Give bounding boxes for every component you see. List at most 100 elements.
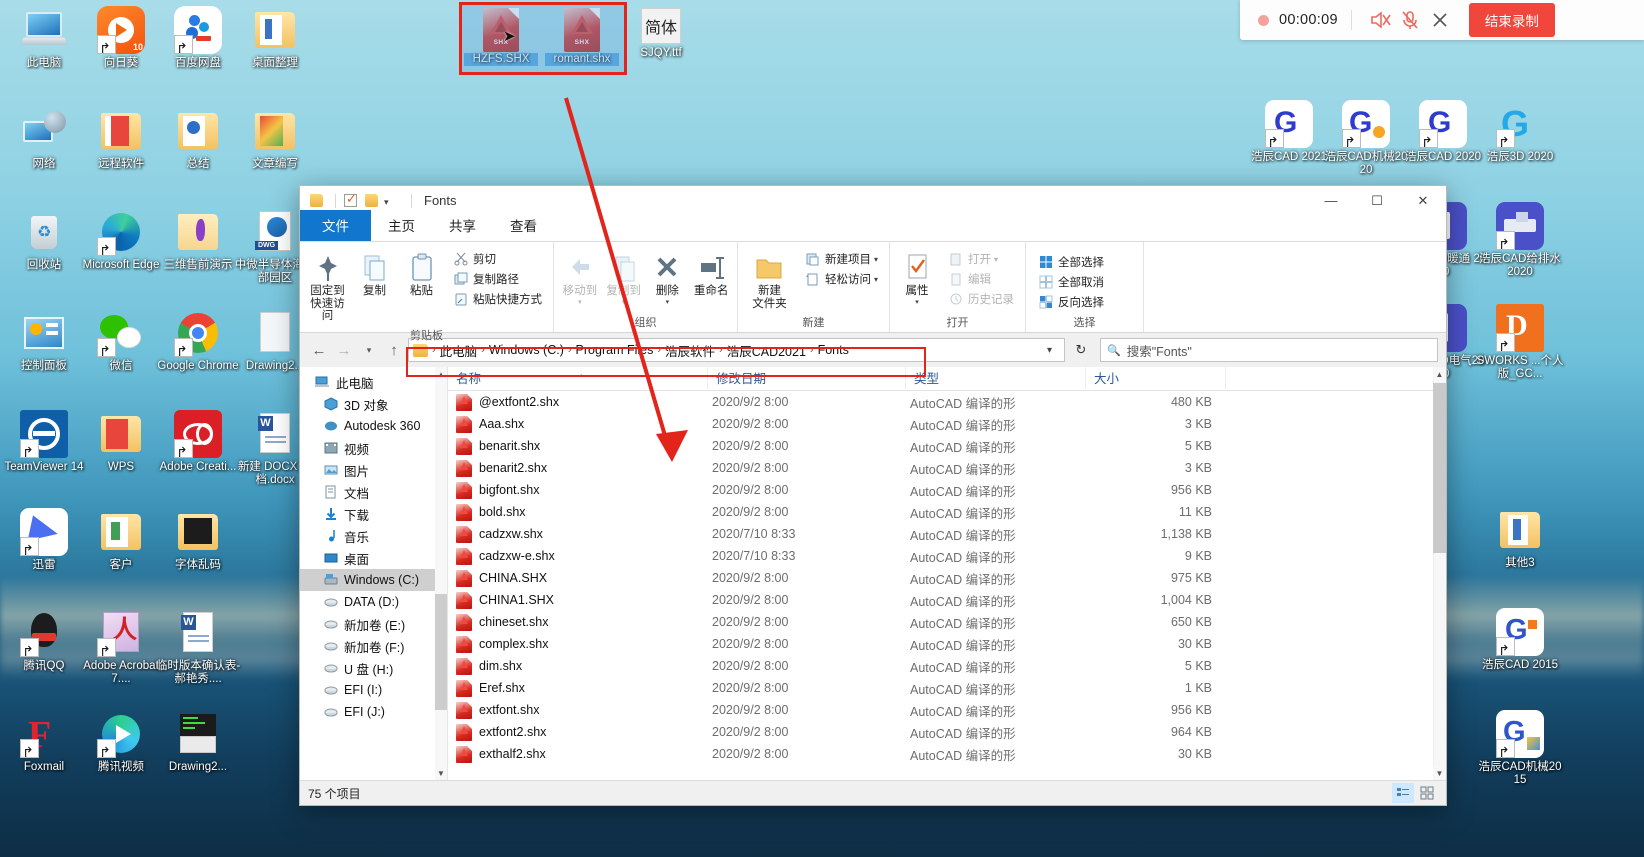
select-all-button[interactable]: 全部选择 bbox=[1032, 252, 1109, 272]
desktop-icon-customer[interactable]: 客户 bbox=[77, 508, 165, 572]
desktop-icon-gstarcad-2020[interactable]: G 浩辰CAD 2020 bbox=[1399, 100, 1487, 164]
nav-item-8[interactable]: 桌面 bbox=[300, 547, 447, 569]
desktop-icon-summary[interactable]: 总结 bbox=[154, 107, 242, 171]
desktop-icon-gstarcad-3d-2020[interactable]: G 浩辰3D 2020 bbox=[1476, 100, 1564, 164]
stop-recording-button[interactable]: 结束录制 bbox=[1468, 3, 1555, 37]
table-row[interactable]: cadzxw.shx 2020/7/10 8:33 AutoCAD 编译的形 1,13… bbox=[448, 523, 1446, 545]
cut-button[interactable]: 剪切 bbox=[447, 249, 547, 269]
nav-item-5[interactable]: 文档 bbox=[300, 481, 447, 503]
desktop-icon-edge[interactable]: Microsoft Edge bbox=[77, 208, 165, 272]
tab-file[interactable]: 文件 bbox=[300, 210, 371, 241]
table-row[interactable]: chineset.shx 2020/9/2 8:00 AutoCAD 编译的形 650… bbox=[448, 611, 1446, 633]
nav-item-15[interactable]: EFI (J:) bbox=[300, 701, 447, 723]
desktop-icon-chrome[interactable]: Google Chrome bbox=[154, 309, 242, 373]
chevron-down-icon[interactable]: ▾ bbox=[1039, 345, 1060, 356]
nav-item-2[interactable]: Autodesk 360 bbox=[300, 415, 447, 437]
desktop-icon-control-panel[interactable]: 控制面板 bbox=[0, 309, 88, 373]
folder-icon[interactable] bbox=[363, 192, 380, 209]
table-row[interactable]: extfont2.shx 2020/9/2 8:00 AutoCAD 编译的形 964… bbox=[448, 721, 1446, 743]
desktop-icon-remote-software[interactable]: 远程软件 bbox=[77, 107, 165, 171]
desktop-icon-other3[interactable]: 其他3 bbox=[1476, 506, 1564, 570]
scroll-up-icon[interactable]: ▲ bbox=[435, 367, 447, 381]
tab-home[interactable]: 主页 bbox=[371, 210, 432, 241]
desktop-icon-teamviewer[interactable]: TeamViewer 14 bbox=[0, 410, 88, 474]
nav-item-0[interactable]: 此电脑 bbox=[300, 371, 447, 393]
nav-item-11[interactable]: 新加卷 (E:) bbox=[300, 613, 447, 635]
desktop-icon-wps[interactable]: WPS bbox=[77, 410, 165, 474]
table-row[interactable]: CHINA1.SHX 2020/9/2 8:00 AutoCAD 编译的形 1,004… bbox=[448, 589, 1446, 611]
desktop-icon-adobe-cc[interactable]: Adobe Creati... bbox=[154, 410, 242, 474]
easy-access-button[interactable]: 轻松访问 ▾ bbox=[799, 269, 883, 289]
nav-item-1[interactable]: 3D 对象 bbox=[300, 393, 447, 415]
nav-item-14[interactable]: EFI (I:) bbox=[300, 679, 447, 701]
desktop-icon-gstarcad-2021[interactable]: G 浩辰CAD 2021 bbox=[1245, 100, 1333, 164]
edit-button[interactable]: 编辑 bbox=[942, 269, 1019, 289]
microphone-muted-icon[interactable] bbox=[1395, 5, 1425, 35]
column-header-name[interactable]: ⌃ 名称 bbox=[448, 366, 708, 391]
desktop-icon-article-writing[interactable]: 文章编写 bbox=[231, 107, 319, 171]
table-row[interactable]: CHINA.SHX 2020/9/2 8:00 AutoCAD 编译的形 975 KB bbox=[448, 567, 1446, 589]
copy-path-button[interactable]: 复制路径 bbox=[447, 269, 547, 289]
breadcrumb-gstar-software[interactable]: 浩辰软件 bbox=[662, 341, 718, 360]
table-row[interactable]: benarit.shx 2020/9/2 8:00 AutoCAD 编译的形 5 KB bbox=[448, 435, 1446, 457]
invert-selection-button[interactable]: 反向选择 bbox=[1032, 292, 1109, 312]
desktop-icon-gstarcad-plumbing[interactable]: 浩辰CAD给排水 2020 bbox=[1476, 202, 1564, 279]
desktop-icon-gstarcad-2015[interactable]: G 浩辰CAD 2015 bbox=[1476, 608, 1564, 672]
desktop-icon-tencent-qq[interactable]: 腾讯QQ bbox=[0, 609, 88, 673]
folder-icon[interactable] bbox=[308, 192, 325, 209]
paste-shortcut-button[interactable]: 粘贴快捷方式 bbox=[447, 289, 547, 309]
nav-item-10[interactable]: DATA (D:) bbox=[300, 591, 447, 613]
desktop-icon-desktop-organizer[interactable]: 桌面整理 bbox=[231, 6, 319, 70]
tab-share[interactable]: 共享 bbox=[432, 210, 493, 241]
desktop-icon-this-pc[interactable]: 此电脑 bbox=[0, 6, 88, 70]
desktop-icon-sunflower[interactable]: 10 向日葵 bbox=[77, 6, 165, 70]
close-icon[interactable] bbox=[1425, 5, 1455, 35]
new-folder-button[interactable]: 新建 文件夹 bbox=[742, 245, 797, 314]
table-row[interactable]: benarit2.shx 2020/9/2 8:00 AutoCAD 编译的形 3 K… bbox=[448, 457, 1446, 479]
large-icons-view-icon[interactable] bbox=[1416, 783, 1438, 803]
table-row[interactable]: Eref.shx 2020/9/2 8:00 AutoCAD 编译的形 1 KB bbox=[448, 677, 1446, 699]
minimize-button[interactable]: — bbox=[1308, 186, 1354, 215]
close-button[interactable]: ✕ bbox=[1400, 186, 1446, 215]
tab-view[interactable]: 查看 bbox=[493, 210, 554, 241]
move-to-button[interactable]: 移动到 ▾ bbox=[558, 245, 602, 310]
properties-button[interactable]: 属性 ▾ bbox=[894, 245, 940, 310]
desktop-icon-temp-version-doc[interactable]: W 临时版本确认表-郝艳秀.... bbox=[154, 609, 242, 686]
breadcrumb-windows-c[interactable]: Windows (C:) bbox=[486, 343, 567, 357]
new-item-button[interactable]: 新建项目 ▾ bbox=[799, 249, 883, 269]
copy-to-button[interactable]: 复制到 ▾ bbox=[602, 245, 646, 310]
rename-button[interactable]: 重命名 bbox=[689, 245, 733, 302]
desktop-icon-baidu-netdisk[interactable]: 百度网盘 bbox=[154, 6, 242, 70]
nav-item-7[interactable]: 音乐 bbox=[300, 525, 447, 547]
nav-item-13[interactable]: U 盘 (H:) bbox=[300, 657, 447, 679]
list-scroll-thumb[interactable] bbox=[1433, 383, 1446, 553]
history-button[interactable]: 历史记录 bbox=[942, 289, 1019, 309]
search-input[interactable]: 🔍 搜索"Fonts" bbox=[1100, 338, 1438, 362]
pin-to-quick-access-button[interactable]: 固定到 快速访问 bbox=[304, 245, 351, 327]
copy-button[interactable]: 复制 bbox=[351, 245, 398, 302]
chevron-down-icon[interactable]: ▾ bbox=[384, 192, 401, 209]
speaker-muted-icon[interactable] bbox=[1365, 5, 1395, 35]
desktop-icon-wechat[interactable]: 微信 bbox=[77, 309, 165, 373]
table-row[interactable]: dim.shx 2020/9/2 8:00 AutoCAD 编译的形 5 KB bbox=[448, 655, 1446, 677]
refresh-icon[interactable]: ↻ bbox=[1068, 338, 1094, 362]
nav-item-9[interactable]: Windows (C:) bbox=[300, 569, 447, 591]
column-header-type[interactable]: 类型 bbox=[906, 366, 1086, 391]
desktop-icon-recycle-bin[interactable]: ♻ 回收站 bbox=[0, 208, 88, 272]
open-button[interactable]: 打开 ▾ bbox=[942, 249, 1019, 269]
desktop-icon-font-garbled[interactable]: 字体乱码 bbox=[154, 508, 242, 572]
breadcrumb-program-files[interactable]: Program Files bbox=[573, 343, 657, 357]
checkbox-icon[interactable] bbox=[342, 191, 359, 209]
table-row[interactable]: extfont.shx 2020/9/2 8:00 AutoCAD 编译的形 956 … bbox=[448, 699, 1446, 721]
nav-item-12[interactable]: 新加卷 (F:) bbox=[300, 635, 447, 657]
table-row[interactable]: bigfont.shx 2020/9/2 8:00 AutoCAD 编译的形 956 … bbox=[448, 479, 1446, 501]
table-row[interactable]: cadzxw-e.shx 2020/7/10 8:33 AutoCAD 编译的形 9 … bbox=[448, 545, 1446, 567]
scroll-down-icon[interactable]: ▼ bbox=[1433, 766, 1446, 780]
desktop-icon-acrobat[interactable]: 人 Adobe Acrobat 7.... bbox=[77, 609, 165, 686]
desktop-icon-foxmail[interactable]: F Foxmail bbox=[0, 710, 88, 774]
paste-button[interactable]: 粘贴 bbox=[398, 245, 445, 302]
nav-item-3[interactable]: 视频 bbox=[300, 437, 447, 459]
list-scrollbar[interactable]: ▲ ▼ bbox=[1433, 367, 1446, 780]
nav-scroll-thumb[interactable] bbox=[435, 594, 447, 710]
desktop-icon-presales-demo[interactable]: 三维售前演示 bbox=[154, 208, 242, 272]
